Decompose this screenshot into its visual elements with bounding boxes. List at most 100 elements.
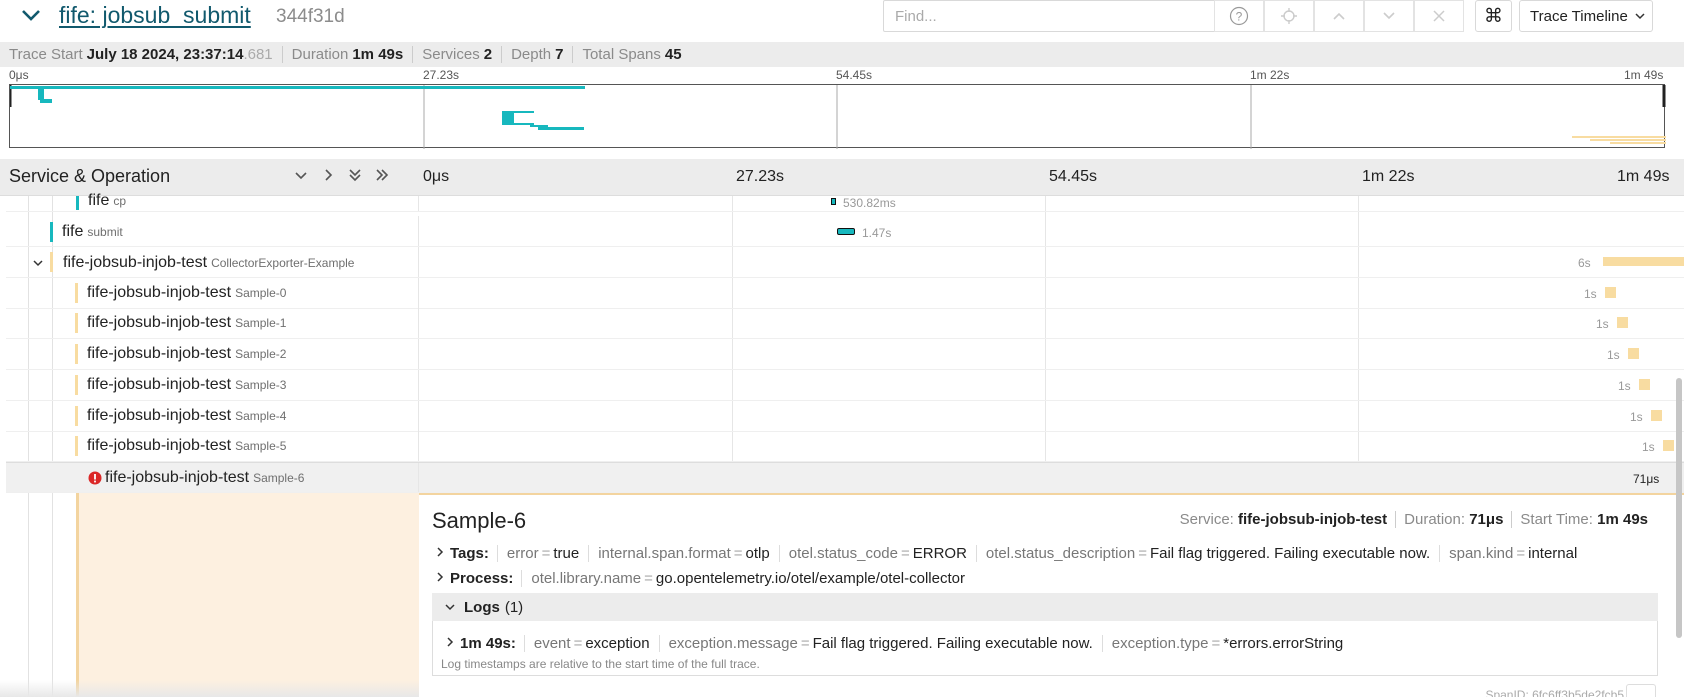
locate-button[interactable] — [1264, 0, 1314, 32]
span-name: fife-jobsub-injob-test CollectorExporter-… — [63, 254, 355, 271]
span-row-label: fife-jobsub-injob-test Sample-3 — [6, 370, 419, 400]
next-match-button[interactable] — [1364, 0, 1414, 32]
view-select-value: Trace Timeline — [1530, 7, 1628, 25]
service-color-bar — [75, 375, 78, 395]
view-select[interactable]: Trace Timeline — [1519, 0, 1653, 32]
service-color-bar — [75, 283, 78, 303]
span-row[interactable]: fife submit 1.47s — [6, 216, 1684, 247]
bottom-shadow — [0, 680, 419, 697]
span-duration: 71μs — [1633, 472, 1660, 486]
chevron-right-icon — [437, 547, 444, 557]
keyboard-shortcuts-button[interactable]: ⌘ — [1475, 0, 1512, 32]
service-color-bar — [50, 222, 53, 242]
help-button[interactable]: ? — [1214, 0, 1264, 32]
service-color-bar — [75, 344, 78, 364]
span-bar[interactable] — [1639, 379, 1650, 390]
span-bar[interactable] — [1628, 348, 1639, 359]
log-time: 1m 49s: — [460, 635, 516, 652]
expand-one-icon[interactable] — [319, 166, 337, 184]
prev-match-button[interactable] — [1314, 0, 1364, 32]
tags-row[interactable]: Tags: error = true internal.span.format = ot… — [434, 545, 1586, 562]
help-circle-icon: ? — [1229, 6, 1249, 26]
span-row-label: fife-jobsub-injob-test Sample-5 — [6, 431, 419, 461]
copy-link-button[interactable] — [1626, 684, 1656, 697]
log-entry[interactable]: 1m 49s: event = exception exception.messag… — [444, 635, 1352, 652]
log-timestamp-note: Log timestamps are relative to the start… — [441, 657, 760, 671]
span-bar[interactable] — [1617, 317, 1628, 328]
process-label: Process: — [450, 570, 514, 587]
span-row[interactable]: fife-jobsub-injob-test Sample-1 1s — [6, 308, 1684, 339]
span-bar[interactable] — [1605, 287, 1616, 298]
service-color-bar — [75, 313, 78, 333]
span-name: fife submit — [62, 223, 123, 240]
span-duration: 1.47s — [862, 226, 892, 240]
span-bar[interactable] — [837, 228, 855, 235]
span-name: fife-jobsub-injob-test Sample-2 — [87, 345, 287, 362]
tag-item: span.kind = internal — [1439, 545, 1586, 562]
span-row-label: fife-jobsub-injob-test Sample-1 — [6, 308, 419, 338]
summary-depth: Depth 7 — [511, 46, 574, 63]
find-input[interactable] — [883, 0, 1221, 32]
span-name: fife-jobsub-injob-test Sample-6 — [105, 469, 305, 486]
chevron-down-icon — [445, 604, 455, 611]
timeline-header — [0, 159, 1684, 196]
minimap-tick: 0μs — [9, 68, 29, 82]
span-row[interactable]: fife-jobsub-injob-test Sample-0 1s — [6, 278, 1684, 309]
service-color-bar — [75, 406, 78, 426]
timeline-tick: 1m 49s — [1617, 168, 1670, 185]
tag-item: otel.status_description = Fail flag trigge… — [975, 545, 1439, 562]
process-row[interactable]: Process: otel.library.name = go.openteleme… — [434, 570, 974, 587]
chevron-up-icon — [1333, 12, 1345, 20]
logs-label: Logs — [464, 598, 500, 616]
timeline-tick: 0μs — [423, 168, 450, 185]
span-row[interactable]: fife-jobsub-injob-test Sample-2 1s — [6, 339, 1684, 370]
summary-total-spans: Total Spans 45 — [582, 46, 682, 63]
logs-count: (1) — [504, 598, 524, 616]
process-item: otel.library.name = go.opentelemetry.io/ot… — [521, 570, 974, 587]
error-icon — [88, 471, 102, 485]
trace-summary-bar: Trace Start July 18 2024, 23:37:14.681 D… — [0, 42, 1684, 67]
span-bar[interactable] — [1603, 257, 1684, 266]
tag-item: error = true — [496, 545, 588, 562]
collapse-one-icon[interactable] — [292, 166, 310, 184]
span-duration: 1s — [1630, 410, 1643, 424]
summary-duration: Duration 1m 49s — [292, 46, 414, 63]
span-bar[interactable] — [831, 198, 836, 205]
span-bar[interactable] — [1663, 440, 1674, 451]
span-row-label: fife cp — [6, 192, 419, 211]
span-row[interactable]: fife-jobsub-injob-test Sample-5 1s — [6, 431, 1684, 462]
log-field: event = exception — [523, 635, 659, 652]
trace-id: 344f31d — [276, 6, 345, 27]
detail-span-name: Sample-6 — [432, 508, 527, 533]
span-row[interactable]: fife-jobsub-injob-test Sample-3 1s — [6, 370, 1684, 401]
span-row-selected[interactable]: fife-jobsub-injob-test Sample-6 71μs — [6, 462, 1684, 493]
timeline-tick: 54.45s — [1049, 168, 1098, 185]
expand-all-icon[interactable] — [373, 166, 391, 184]
span-row[interactable]: fife-jobsub-injob-test CollectorExporter-… — [6, 247, 1684, 278]
minimap-tick: 27.23s — [423, 68, 460, 82]
minimap-tick: 54.45s — [836, 68, 873, 82]
span-row[interactable]: fife cp 530.82ms — [6, 192, 1684, 212]
trace-title[interactable]: fife: jobsub_submit — [59, 2, 251, 29]
span-row-label: fife-jobsub-injob-test Sample-2 — [6, 339, 419, 369]
span-duration: 1s — [1642, 440, 1655, 454]
span-name: fife-jobsub-injob-test Sample-1 — [87, 314, 287, 331]
span-row[interactable]: fife-jobsub-injob-test Sample-4 1s — [6, 401, 1684, 432]
clear-search-button[interactable] — [1414, 0, 1464, 32]
logs-header[interactable]: Logs (1) — [432, 593, 1658, 621]
timeline-tick: 27.23s — [736, 168, 785, 185]
span-duration: 1s — [1618, 379, 1631, 393]
span-bar[interactable] — [1651, 410, 1662, 421]
service-operation-column-title: Service & Operation — [9, 166, 171, 186]
span-duration: 530.82ms — [843, 196, 896, 210]
scrollbar[interactable] — [1676, 378, 1682, 638]
expand-chevron-down-icon[interactable] — [32, 257, 44, 269]
service-color-bar — [50, 252, 53, 272]
collapse-all-icon[interactable] — [346, 166, 364, 184]
log-field: exception.type = *errors.errorString — [1101, 635, 1353, 652]
minimap-tick: 1m 22s — [1250, 68, 1290, 82]
span-name: fife-jobsub-injob-test Sample-3 — [87, 376, 287, 393]
trace-minimap[interactable] — [9, 84, 1666, 149]
span-name: fife-jobsub-injob-test Sample-0 — [87, 284, 287, 301]
collapse-trace-chevron-icon[interactable] — [20, 4, 42, 26]
